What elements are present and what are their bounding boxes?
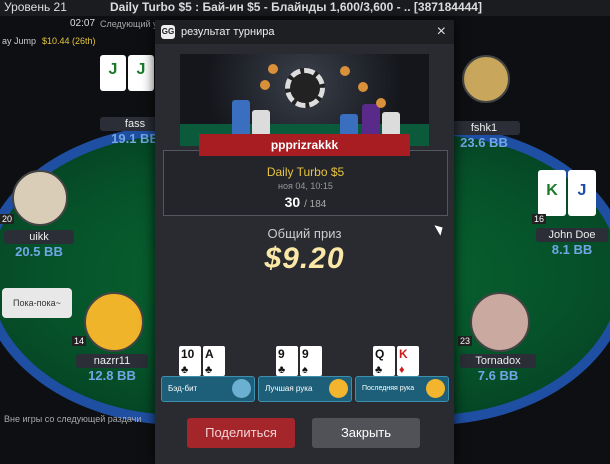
tournament-result-dialog: GG результат турнира × Daily Turbo $5 но… xyxy=(155,20,454,464)
playing-card: 9 ♠ xyxy=(300,346,322,376)
player-stack: 23.6 BB xyxy=(460,135,508,150)
level-label: Уровень 21 xyxy=(4,0,67,14)
seat-badge: 16 xyxy=(532,214,547,224)
achievement-label: Бэд-бит xyxy=(168,384,198,393)
playing-card: 9 ♣ xyxy=(276,346,298,376)
seat-badge: 14 xyxy=(72,336,87,346)
chat-bubble: Пока-пока~ xyxy=(2,288,72,318)
tournament-date: ноя 04, 10:15 xyxy=(278,181,333,191)
player-avatar xyxy=(462,55,510,103)
player-name: John Doe xyxy=(536,228,608,242)
playing-card: K ♦ xyxy=(397,346,419,376)
player-avatar xyxy=(84,292,144,352)
seat-uikk[interactable]: uikk 20.5 BB 20 xyxy=(0,170,74,259)
hole-card: J xyxy=(128,55,154,91)
close-button[interactable]: Закрыть xyxy=(312,418,420,448)
tournament-ticket: Daily Turbo $5 ноя 04, 10:15 30 / 184 xyxy=(163,150,448,216)
achievement-button[interactable]: Бэд-бит xyxy=(161,376,255,402)
achievement-best-hand[interactable]: 9 ♣ 9 ♠ Лучшая рука xyxy=(258,346,352,402)
winner-banner-image xyxy=(180,54,429,146)
emoji-icon xyxy=(232,379,251,398)
table-info: $10.44 (26th) xyxy=(42,36,96,46)
seat-nazrr11[interactable]: nazrr11 12.8 BB 14 xyxy=(72,292,148,383)
player-name: nazrr11 xyxy=(76,354,148,368)
table-name: ay Jump xyxy=(2,36,37,46)
achievement-last-hand[interactable]: Q ♣ K ♦ Последняя рука xyxy=(355,346,449,402)
seat-fshk1[interactable]: fshk1 23.6 BB xyxy=(448,55,520,150)
seat-tornadox[interactable]: Tornadox 7.6 BB 23 xyxy=(458,292,536,383)
window-title: Daily Turbo $5 : Бай-ин $5 - Блайнды 1,6… xyxy=(110,0,482,14)
place-value: 30 xyxy=(284,194,301,210)
prize-label: Общий приз xyxy=(267,226,342,241)
hole-card: K xyxy=(538,170,566,216)
playing-card: A ♣ xyxy=(203,346,225,376)
tournament-name: Daily Turbo $5 xyxy=(266,165,345,179)
dialog-header: GG результат турнира × xyxy=(155,20,454,44)
winner-name-ribbon: ppprizrakkk xyxy=(199,134,410,156)
gg-logo-icon: GG xyxy=(161,25,175,39)
player-name: fshk1 xyxy=(448,121,520,135)
player-stack: 7.6 BB xyxy=(477,368,519,383)
player-stack: 20.5 BB xyxy=(15,244,63,259)
achievement-bad-beat[interactable]: 10 ♣ A ♣ Бэд-бит xyxy=(161,346,255,402)
player-avatar xyxy=(12,170,68,226)
sit-out-notice: Вне игры со следующей раздачи xyxy=(4,414,142,424)
player-name: uikk xyxy=(4,230,74,244)
dialog-title: результат турнира xyxy=(181,26,275,38)
emoji-icon xyxy=(329,379,348,398)
playing-card: 10 ♣ xyxy=(179,346,201,376)
hole-card: J xyxy=(568,170,596,216)
share-button[interactable]: Поделиться xyxy=(187,418,295,448)
close-icon[interactable]: × xyxy=(437,23,446,41)
seat-badge: 20 xyxy=(0,214,15,224)
player-name: Tornadox xyxy=(460,354,536,368)
seat-badge: 23 xyxy=(458,336,473,346)
achievement-button[interactable]: Последняя рука xyxy=(355,376,449,402)
total-entrants: / 184 xyxy=(304,199,327,210)
achievement-label: Лучшая рука xyxy=(265,384,313,393)
finish-place: 30 / 184 xyxy=(164,194,447,210)
player-avatar xyxy=(470,292,530,352)
emoji-icon xyxy=(426,379,445,398)
player-stack: 12.8 BB xyxy=(88,368,136,383)
chip-icon xyxy=(285,68,325,108)
prize-value: $9.20 xyxy=(264,242,345,275)
level-clock: 02:07 xyxy=(70,18,96,29)
playing-card: Q ♣ xyxy=(373,346,395,376)
hole-card: J xyxy=(100,55,126,91)
player-stack: 8.1 BB xyxy=(551,242,593,257)
achievement-button[interactable]: Лучшая рука xyxy=(258,376,352,402)
window-titlebar: Уровень 21 Daily Turbo $5 : Бай-ин $5 - … xyxy=(0,0,610,16)
achievement-label: Последняя рука xyxy=(362,385,415,392)
